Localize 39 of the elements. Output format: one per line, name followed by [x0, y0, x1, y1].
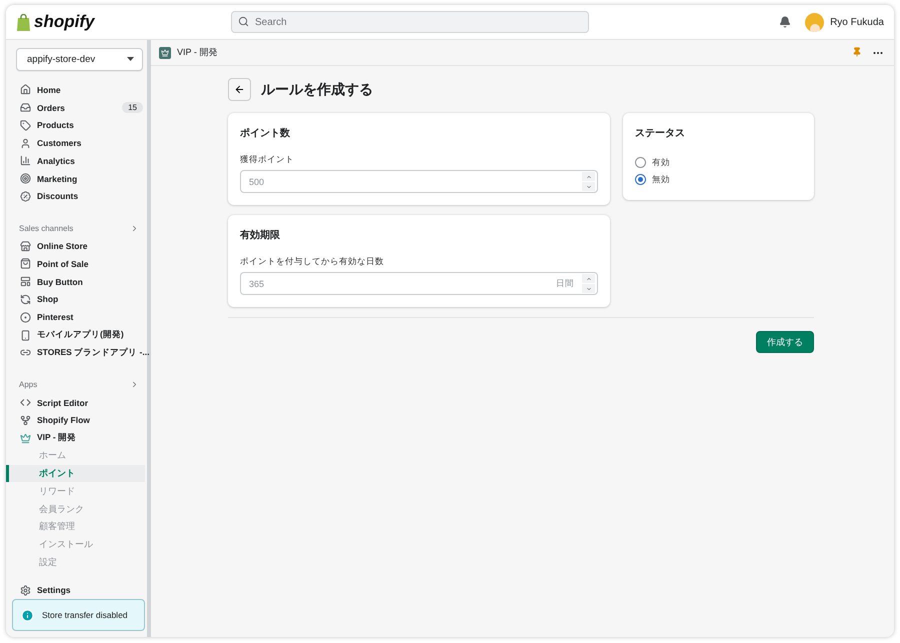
radio-option[interactable]: 無効 — [635, 171, 802, 188]
nav-item[interactable]: VIP - 開発 — [6, 429, 147, 447]
nav-item[interactable]: Products — [6, 116, 147, 134]
nav-item[interactable]: STORES ブランドアプリ -... — [6, 344, 147, 362]
nav-item[interactable]: Orders 15 — [6, 98, 147, 116]
nav-item[interactable]: Discounts — [6, 188, 147, 206]
field-suffix: 日間 — [556, 278, 574, 290]
count-badge: 15 — [122, 102, 143, 114]
radio-option[interactable]: 有効 — [635, 154, 802, 171]
nav-item[interactable]: Customers — [6, 134, 147, 152]
card-title: ポイント数 — [240, 126, 291, 140]
section-title: Sales channels — [19, 224, 74, 233]
nav-item[interactable]: Online Store — [6, 237, 147, 256]
nav-item[interactable]: Shop — [6, 290, 147, 308]
nav-item[interactable]: Buy Button — [6, 272, 147, 291]
user-name[interactable]: Ryo Fukuda — [830, 16, 884, 28]
nav-item[interactable]: Settings — [6, 581, 147, 600]
nav-item[interactable]: Point of Sale — [6, 255, 147, 273]
nav-item[interactable]: Shopify Flow — [6, 411, 147, 430]
app-title: VIP - 開発 — [177, 46, 218, 59]
field-label: ポイントを付与してから有効な日数 — [240, 256, 385, 268]
page-title: ルールを作成する — [261, 80, 373, 98]
search-field[interactable]: Search — [231, 11, 589, 33]
create-button[interactable]: 作成する — [756, 331, 814, 353]
nav-item[interactable]: モバイルアプリ(開発) — [6, 326, 147, 344]
number-field[interactable]: 500 — [240, 170, 598, 193]
notice-text: Store transfer disabled — [42, 610, 128, 620]
logo-text: shopify — [34, 12, 94, 32]
field-label: 獲得ポイント — [240, 154, 295, 166]
section-title: Apps — [19, 380, 38, 390]
sub-nav-item[interactable]: ポイント — [6, 464, 145, 482]
nav-item[interactable]: Script Editor — [6, 394, 147, 412]
card-title: ステータス — [635, 127, 686, 140]
card-title: 有効期限 — [240, 228, 281, 242]
nav-item[interactable]: Analytics — [6, 152, 147, 170]
nav-item[interactable]: Marketing — [6, 170, 147, 188]
nav-item[interactable]: Home — [6, 80, 147, 99]
store-selector[interactable]: appify-store-dev — [16, 48, 143, 71]
nav-item[interactable]: Pinterest — [6, 308, 147, 326]
